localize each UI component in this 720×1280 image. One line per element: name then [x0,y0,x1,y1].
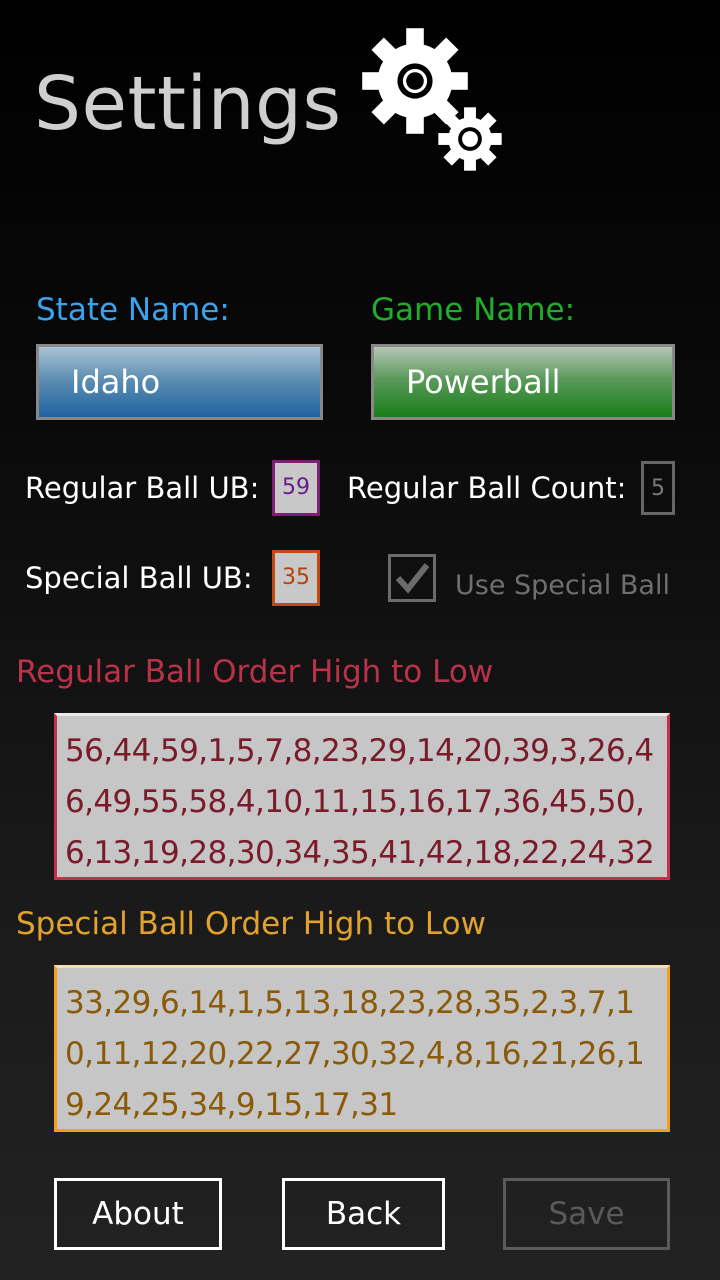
about-button[interactable]: About [54,1178,222,1250]
regular-ball-count-label: Regular Ball Count: [347,471,627,505]
use-special-ball-label: Use Special Ball [455,570,670,601]
small-gear-icon [438,107,502,171]
regular-order-title: Regular Ball Order High to Low [16,654,494,690]
page-title: Settings [34,61,342,147]
regular-order-textbox[interactable]: 56,44,59,1,5,7,8,23,29,14,20,39,3,26,46,… [54,713,670,880]
special-ball-ub-input[interactable]: 35 [272,550,320,606]
save-button[interactable]: Save [503,1178,670,1250]
checkmark-icon [395,563,430,594]
regular-ball-ub-label: Regular Ball UB: [25,471,260,505]
game-name-button[interactable]: Powerball [371,344,675,420]
special-order-title: Special Ball Order High to Low [16,906,486,942]
state-name-button[interactable]: Idaho [36,344,323,420]
state-name-label: State Name: [36,292,230,328]
special-ball-ub-label: Special Ball UB: [25,561,253,595]
game-name-label: Game Name: [371,292,576,328]
special-order-textbox[interactable]: 33,29,6,14,1,5,13,18,23,28,35,2,3,7,10,1… [54,965,670,1132]
back-button[interactable]: Back [282,1178,445,1250]
regular-ball-count-input[interactable]: 5 [641,461,675,515]
regular-ball-ub-input[interactable]: 59 [272,460,320,516]
use-special-ball-checkbox[interactable] [388,554,436,602]
